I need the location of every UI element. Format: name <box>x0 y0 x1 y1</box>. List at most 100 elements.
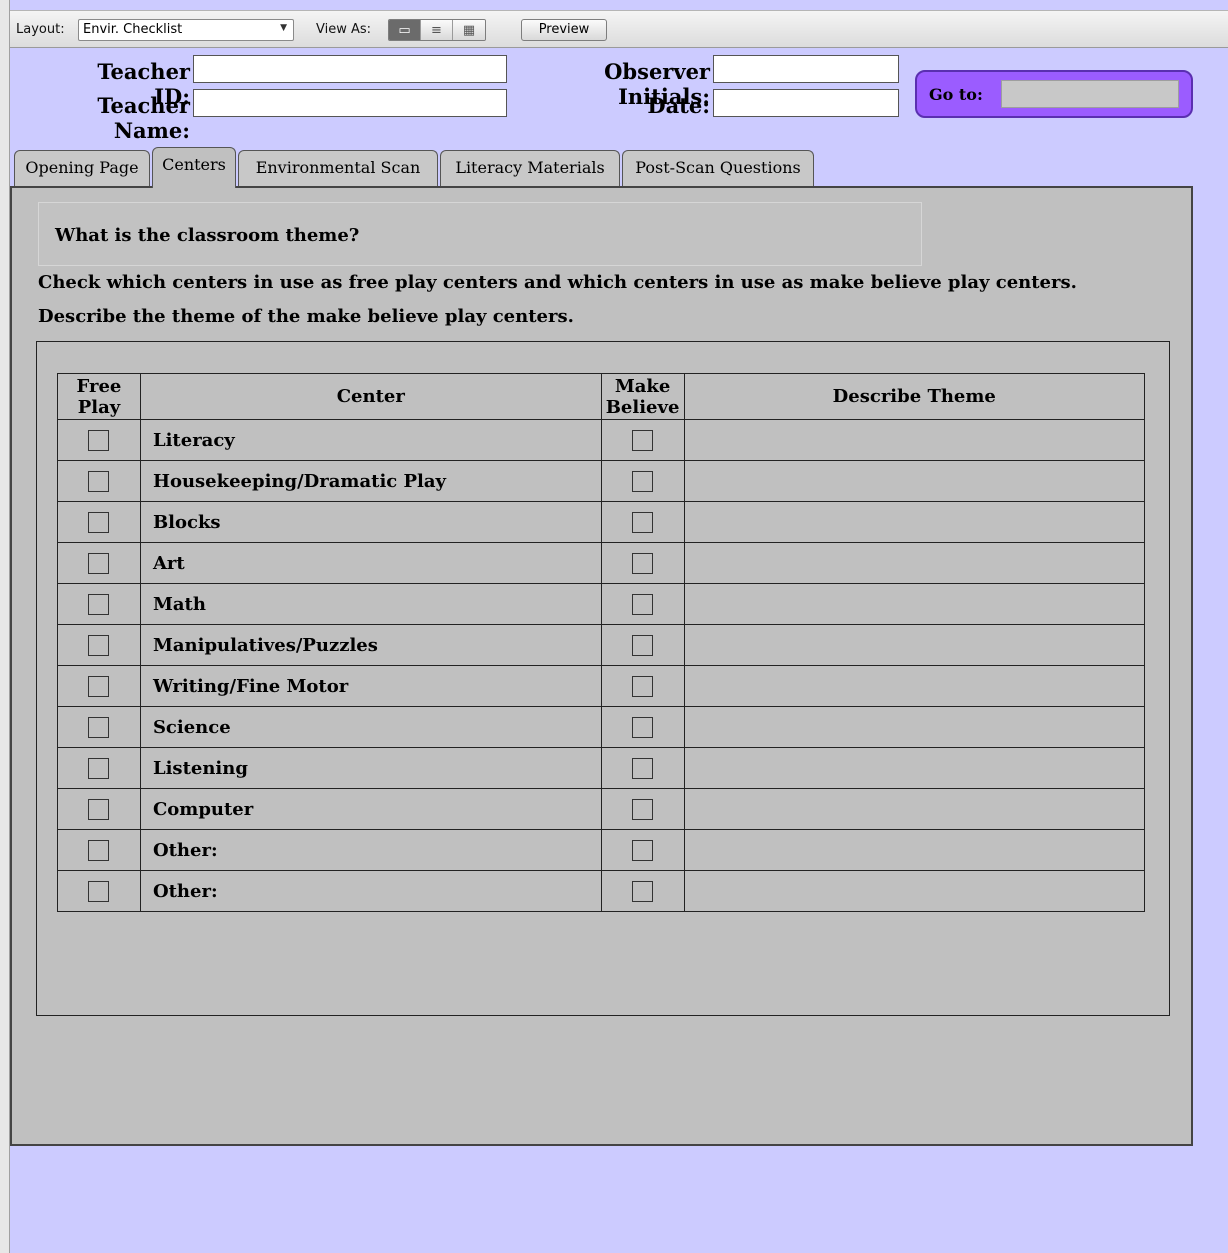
centers-panel: What is the classroom theme? Check which… <box>10 186 1193 1146</box>
free-play-cell <box>57 747 141 789</box>
center-name: Art <box>139 542 602 584</box>
make-believe-checkbox[interactable] <box>632 716 654 738</box>
make-believe-checkbox[interactable] <box>632 593 654 615</box>
free-play-checkbox[interactable] <box>88 839 110 861</box>
make-believe-cell <box>600 419 685 461</box>
teacher-name-label: Teacher Name: <box>97 93 190 143</box>
tab-centers[interactable]: Centers <box>152 147 236 188</box>
free-play-checkbox[interactable] <box>88 798 110 820</box>
make-believe-header-line-1: Make <box>614 375 671 397</box>
describe-theme-field[interactable] <box>683 419 1146 461</box>
center-name: Writing/Fine Motor <box>139 665 602 707</box>
instruction-describe-theme: Describe the theme of the make believe p… <box>38 306 574 327</box>
date-label: Date: <box>647 93 710 118</box>
describe-theme-field[interactable] <box>683 665 1146 707</box>
describe-theme-field[interactable] <box>683 829 1146 871</box>
tab-post-scan-questions[interactable]: Post-Scan Questions <box>622 150 814 186</box>
make-believe-checkbox[interactable] <box>632 798 654 820</box>
classroom-theme-field[interactable]: What is the classroom theme? <box>38 202 922 266</box>
tab-opening-page[interactable]: Opening Page <box>14 150 150 186</box>
describe-theme-field[interactable] <box>683 583 1146 625</box>
describe-theme-field[interactable] <box>683 501 1146 543</box>
make-believe-checkbox[interactable] <box>632 880 654 902</box>
table-row: Manipulatives/Puzzles <box>57 624 1146 666</box>
table-view-icon: ▦ <box>462 22 476 38</box>
describe-theme-field[interactable] <box>683 706 1146 748</box>
free-play-checkbox[interactable] <box>88 757 110 779</box>
preview-button[interactable]: Preview <box>521 19 607 41</box>
make-believe-cell <box>600 829 685 871</box>
view-as-label: View As: <box>316 22 372 37</box>
make-believe-checkbox[interactable] <box>632 757 654 779</box>
make-believe-cell <box>600 870 685 912</box>
table-row: Other: <box>57 829 1146 871</box>
layout-select[interactable]: Envir. Checklist ▼ <box>78 19 294 41</box>
observer-initials-field[interactable] <box>713 55 899 83</box>
center-name: Manipulatives/Puzzles <box>139 624 602 666</box>
center-header: Center <box>139 373 602 420</box>
describe-theme-field[interactable] <box>683 870 1146 912</box>
table-header-row: Free Play Center Make Believe Describe T… <box>57 373 1146 420</box>
free-play-checkbox[interactable] <box>88 675 110 697</box>
describe-theme-field[interactable] <box>683 624 1146 666</box>
make-believe-header: Make Believe <box>600 373 685 420</box>
describe-theme-field[interactable] <box>683 788 1146 830</box>
free-play-cell <box>57 501 141 543</box>
free-play-cell <box>57 829 141 871</box>
table-row: Computer <box>57 788 1146 830</box>
free-play-checkbox[interactable] <box>88 552 110 574</box>
chevron-down-icon: ▼ <box>280 23 287 33</box>
teacher-id-field[interactable] <box>193 55 507 83</box>
make-believe-checkbox[interactable] <box>632 552 654 574</box>
list-view-icon: ≡ <box>431 22 442 38</box>
center-name: Literacy <box>139 419 602 461</box>
form-view-button[interactable]: ▭ <box>389 20 421 40</box>
make-believe-checkbox[interactable] <box>632 675 654 697</box>
free-play-checkbox[interactable] <box>88 429 110 451</box>
make-believe-checkbox[interactable] <box>632 470 654 492</box>
make-believe-cell <box>600 706 685 748</box>
teacher-name-field[interactable] <box>193 89 507 117</box>
make-believe-cell <box>600 460 685 502</box>
date-field[interactable] <box>713 89 899 117</box>
table-row: Science <box>57 706 1146 748</box>
center-name: Science <box>139 706 602 748</box>
goto-box: Go to: <box>915 70 1193 118</box>
list-view-button[interactable]: ≡ <box>421 20 453 40</box>
layout-label: Layout: <box>16 22 65 37</box>
free-play-checkbox[interactable] <box>88 716 110 738</box>
free-play-cell <box>57 870 141 912</box>
make-believe-cell <box>600 747 685 789</box>
table-row: Literacy <box>57 419 1146 461</box>
free-play-checkbox[interactable] <box>88 634 110 656</box>
describe-theme-field[interactable] <box>683 542 1146 584</box>
center-name: Listening <box>139 747 602 789</box>
describe-theme-field[interactable] <box>683 747 1146 789</box>
view-as-group: ▭ ≡ ▦ <box>388 19 486 41</box>
table-row: Housekeeping/Dramatic Play <box>57 460 1146 502</box>
tab-literacy-materials[interactable]: Literacy Materials <box>440 150 620 186</box>
make-believe-checkbox[interactable] <box>632 429 654 451</box>
free-play-header-line-1: Free <box>76 375 122 397</box>
tab-environmental-scan[interactable]: Environmental Scan <box>238 150 438 186</box>
goto-field[interactable] <box>1001 80 1179 108</box>
table-row: Other: <box>57 870 1146 912</box>
table-row: Art <box>57 542 1146 584</box>
layout-select-value: Envir. Checklist <box>83 22 183 37</box>
make-believe-header-line-2: Believe <box>605 396 680 418</box>
free-play-checkbox[interactable] <box>88 880 110 902</box>
make-believe-cell <box>600 583 685 625</box>
make-believe-checkbox[interactable] <box>632 839 654 861</box>
classroom-theme-question: What is the classroom theme? <box>55 225 360 246</box>
left-window-edge <box>0 0 10 1253</box>
free-play-cell <box>57 706 141 748</box>
make-believe-checkbox[interactable] <box>632 634 654 656</box>
make-believe-cell <box>600 501 685 543</box>
make-believe-checkbox[interactable] <box>632 511 654 533</box>
free-play-checkbox[interactable] <box>88 511 110 533</box>
table-view-button[interactable]: ▦ <box>453 20 485 40</box>
free-play-checkbox[interactable] <box>88 593 110 615</box>
describe-theme-field[interactable] <box>683 460 1146 502</box>
free-play-checkbox[interactable] <box>88 470 110 492</box>
free-play-cell <box>57 624 141 666</box>
